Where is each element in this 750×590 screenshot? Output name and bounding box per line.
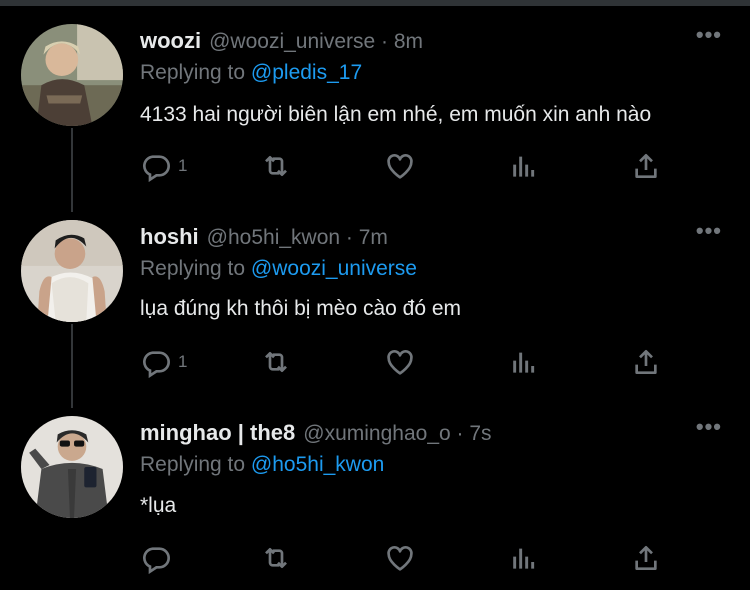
- views-icon: [513, 352, 535, 373]
- retweet-button[interactable]: [260, 540, 292, 576]
- more-icon[interactable]: •••: [696, 22, 722, 48]
- heart-icon: [387, 350, 413, 375]
- retweet-button[interactable]: [260, 344, 292, 380]
- action-bar: 1: [140, 148, 680, 184]
- views-button[interactable]: [508, 344, 540, 380]
- retweet-icon: [265, 352, 287, 372]
- handle-and-time[interactable]: @woozi_universe · 8m: [209, 30, 423, 54]
- share-icon: [635, 154, 657, 178]
- tweet-text: 4133 hai người biên lận em nhé, em muốn …: [140, 103, 652, 126]
- reply-icon: [143, 351, 170, 378]
- views-icon: [513, 156, 535, 177]
- reply-button[interactable]: 1: [140, 148, 187, 184]
- avatar-image: [21, 24, 123, 126]
- action-bar: [140, 540, 680, 576]
- tweet[interactable]: woozi @woozi_universe · 8m ••• Replying …: [0, 22, 750, 194]
- reply-icon: [143, 547, 170, 574]
- more-icon[interactable]: •••: [696, 414, 722, 440]
- mention-link[interactable]: @ho5hi_kwon: [251, 453, 384, 476]
- heart-icon: [387, 154, 413, 179]
- views-icon: [513, 548, 535, 569]
- tweet[interactable]: hoshi @ho5hi_kwon · 7m ••• Replying to @…: [0, 218, 750, 390]
- share-icon: [635, 546, 657, 570]
- replying-to: Replying to @ho5hi_kwon: [140, 453, 384, 477]
- views-button[interactable]: [508, 148, 540, 184]
- replying-to: Replying to @woozi_universe: [140, 257, 417, 281]
- mention-link[interactable]: @pledis_17: [251, 61, 362, 84]
- more-icon[interactable]: •••: [696, 218, 722, 244]
- reply-count: 1: [178, 352, 188, 371]
- display-name[interactable]: woozi: [140, 28, 201, 54]
- tweet[interactable]: minghao | the8 @xuminghao_o · 7s ••• Rep…: [0, 414, 750, 586]
- share-button[interactable]: [630, 344, 662, 380]
- like-button[interactable]: [384, 148, 416, 184]
- replying-to-label: Replying to: [140, 453, 246, 476]
- replying-to-label: Replying to: [140, 61, 246, 84]
- top-divider: [0, 0, 750, 6]
- tweet-text: *lụa: [140, 494, 177, 517]
- retweet-icon: [265, 548, 287, 568]
- avatar-image: [21, 220, 123, 322]
- avatar[interactable]: [21, 220, 123, 322]
- like-button[interactable]: [384, 344, 416, 380]
- share-button[interactable]: [630, 540, 662, 576]
- share-icon: [635, 350, 657, 374]
- like-button[interactable]: [384, 540, 416, 576]
- handle-and-time[interactable]: @xuminghao_o · 7s: [303, 422, 491, 446]
- reply-button[interactable]: [140, 540, 178, 576]
- heart-icon: [387, 546, 413, 571]
- views-button[interactable]: [508, 540, 540, 576]
- avatar[interactable]: [21, 416, 123, 518]
- avatar-image: [21, 416, 123, 518]
- tweet-text: lụa đúng kh thôi bị mèo cào đó em: [140, 297, 462, 320]
- display-name[interactable]: hoshi: [140, 224, 199, 250]
- avatar[interactable]: [21, 24, 123, 126]
- replying-to: Replying to @pledis_17: [140, 61, 362, 85]
- reply-count: 1: [178, 156, 188, 175]
- reply-button[interactable]: 1: [140, 344, 187, 380]
- mention-link[interactable]: @woozi_universe: [251, 257, 417, 280]
- handle-and-time[interactable]: @ho5hi_kwon · 7m: [207, 226, 388, 250]
- retweet-button[interactable]: [260, 148, 292, 184]
- share-button[interactable]: [630, 148, 662, 184]
- retweet-icon: [265, 156, 287, 176]
- reply-icon: [143, 155, 170, 182]
- action-bar: 1: [140, 344, 680, 380]
- display-name[interactable]: minghao | the8: [140, 420, 295, 446]
- replying-to-label: Replying to: [140, 257, 246, 280]
